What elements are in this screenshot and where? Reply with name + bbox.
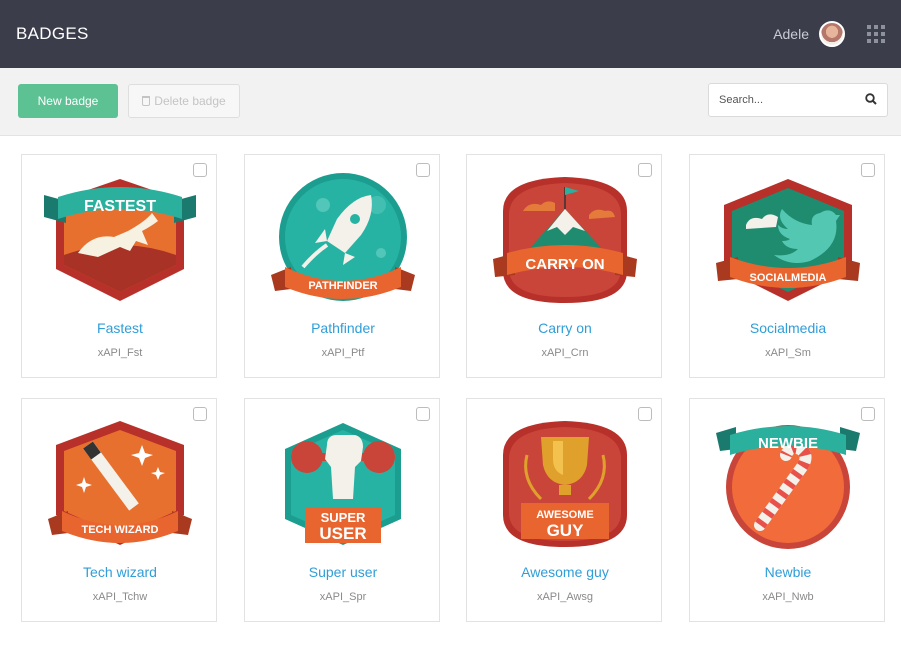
badge-name[interactable]: Awesome guy [467, 564, 663, 580]
badge-name[interactable]: Fastest [22, 320, 218, 336]
badge-code: xAPI_Nwb [762, 591, 814, 603]
badge-card-super-user[interactable]: SUPER USER Super user xAPI_Spr [244, 398, 440, 622]
badge-card-pathfinder[interactable]: PATHFINDER Pathfinder xAPI_Ptf [244, 154, 440, 378]
top-bar: BADGES Adele [0, 0, 901, 68]
badge-code: xAPI_Sm [765, 347, 811, 359]
badge-banner-text-2: GUY [547, 521, 585, 540]
badge-name[interactable]: Carry on [467, 320, 663, 336]
badge-banner-text: AWESOME [536, 509, 593, 521]
badge-name[interactable]: Pathfinder [245, 320, 441, 336]
user-area: Adele [773, 21, 885, 47]
badge-name[interactable]: Socialmedia [690, 320, 886, 336]
badge-code: xAPI_Awsg [536, 591, 594, 603]
trash-icon [142, 96, 151, 106]
apps-grid-icon[interactable] [867, 25, 885, 43]
badge-banner-text-2: USER [319, 524, 366, 543]
page-title: BADGES [16, 24, 89, 43]
badge-card-newbie[interactable]: NEWBIE Newbie xAPI_Nwb [689, 398, 885, 622]
badge-code: xAPI_Spr [319, 591, 367, 603]
delete-badge-button[interactable]: Delete badge [128, 84, 240, 118]
badge-code: xAPI_Tchw [92, 591, 148, 603]
avatar[interactable] [819, 21, 845, 47]
badge-card-fastest[interactable]: FASTEST Fastest xAPI_Fst [21, 154, 217, 378]
badge-image-newbie: NEWBIE [716, 425, 860, 549]
badge-name[interactable]: Newbie [690, 564, 886, 580]
new-badge-button[interactable]: New badge [18, 84, 118, 118]
search-box [708, 83, 888, 117]
badge-name[interactable]: Super user [245, 564, 441, 580]
badge-banner-text: NEWBIE [758, 435, 818, 452]
delete-badge-label: Delete badge [154, 94, 226, 108]
badge-card-awesome-guy[interactable]: AWESOME GUY Awesome guy xAPI_Awsg [466, 398, 662, 622]
badge-banner-text: SOCIALMEDIA [750, 272, 827, 284]
badge-image-fastest: FASTEST [44, 179, 196, 301]
badge-banner-text: CARRY ON [525, 256, 604, 273]
badge-banner-text: TECH WIZARD [82, 524, 159, 536]
badge-image-carry-on: CARRY ON [493, 177, 637, 303]
badge-banner-text: PATHFINDER [308, 280, 377, 292]
badge-name[interactable]: Tech wizard [22, 564, 218, 580]
badge-banner-text: FASTEST [84, 198, 156, 215]
badge-image-super-user: SUPER USER [285, 423, 401, 545]
badge-image-pathfinder: PATHFINDER [271, 173, 415, 301]
badge-card-socialmedia[interactable]: SOCIALMEDIA Socialmedia xAPI_Sm [689, 154, 885, 378]
badge-image-tech-wizard: TECH WIZARD [48, 421, 192, 545]
badge-code: xAPI_Crn [541, 347, 589, 359]
badge-code: xAPI_Fst [97, 347, 143, 359]
badge-card-carry-on[interactable]: CARRY ON Carry on xAPI_Crn [466, 154, 662, 378]
search-icon[interactable] [865, 93, 877, 105]
badge-code: xAPI_Ptf [321, 347, 365, 359]
badge-banner-text: SUPER [321, 510, 366, 525]
badge-image-awesome-guy: AWESOME GUY [503, 421, 627, 547]
search-input[interactable] [709, 84, 849, 116]
user-name[interactable]: Adele [773, 26, 809, 42]
badge-image-socialmedia: SOCIALMEDIA [716, 179, 860, 301]
badge-card-tech-wizard[interactable]: TECH WIZARD Tech wizard xAPI_Tchw [21, 398, 217, 622]
